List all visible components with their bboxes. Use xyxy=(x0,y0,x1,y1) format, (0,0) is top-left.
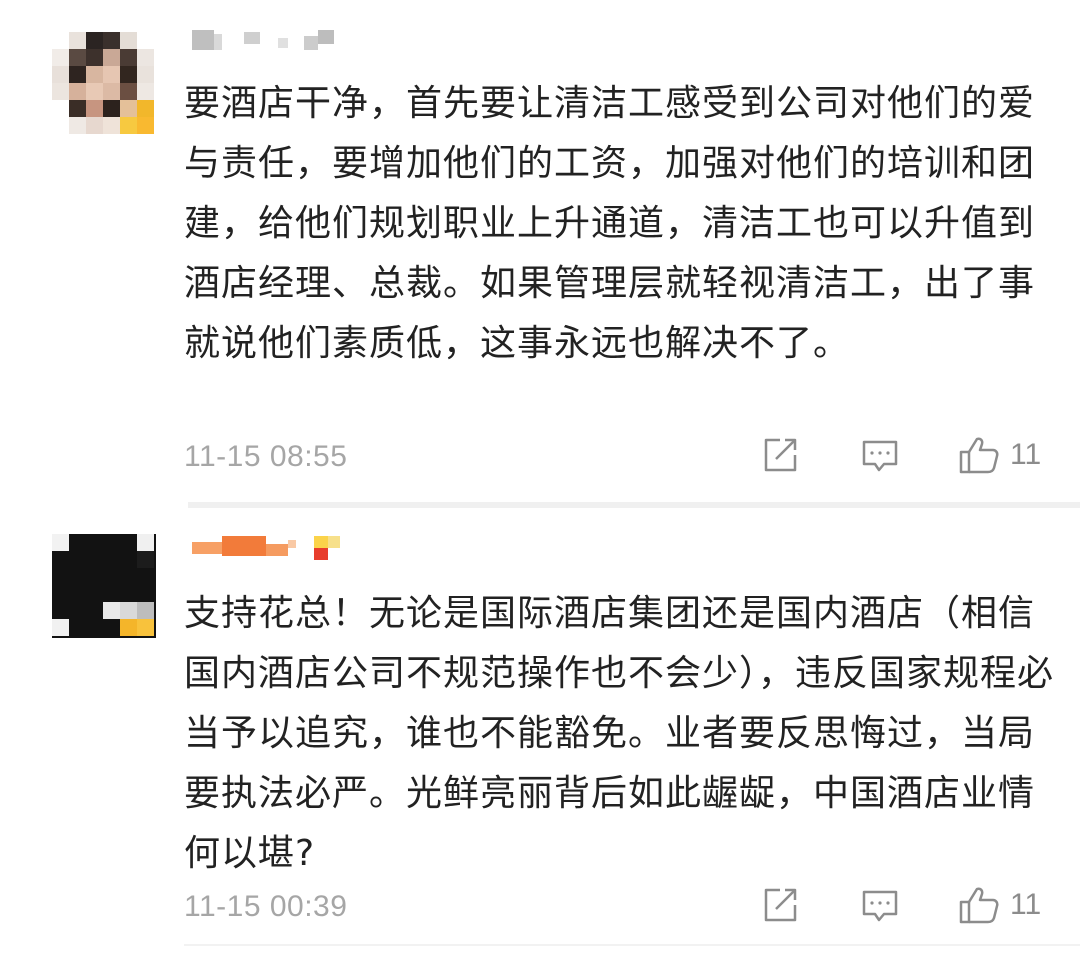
share-button[interactable] xyxy=(760,882,800,928)
avatar[interactable] xyxy=(52,534,156,638)
comment-icon xyxy=(860,885,900,925)
thumbs-up-icon xyxy=(958,435,1000,475)
timestamp: 11-15 00:39 xyxy=(184,890,348,923)
comment-icon xyxy=(860,435,900,475)
like-button[interactable]: 11 xyxy=(958,882,1041,928)
share-icon xyxy=(760,435,800,475)
share-icon xyxy=(760,885,800,925)
avatar[interactable] xyxy=(52,32,156,136)
comment-item: 要酒店干净，首先要让清洁工感受到公司对他们的爱与责任，要增加他们的工资，加强对他… xyxy=(0,0,1080,500)
divider xyxy=(184,944,1080,946)
comment-meta: 11-15 00:39 11 xyxy=(184,882,1054,932)
comment-text: 要酒店干净，首先要让清洁工感受到公司对他们的爱与责任，要增加他们的工资，加强对他… xyxy=(184,83,1036,364)
reply-button[interactable] xyxy=(860,882,900,928)
comment-text: 支持花总！无论是国际酒店集团还是国内酒店（相信国内酒店公司不规范操作也不会少），… xyxy=(184,593,1055,874)
comment-meta: 11-15 08:55 11 xyxy=(184,432,1054,482)
timestamp: 11-15 08:55 xyxy=(184,440,348,473)
share-button[interactable] xyxy=(760,432,800,478)
thumbs-up-icon xyxy=(958,885,1000,925)
like-button[interactable]: 11 xyxy=(958,432,1041,478)
reply-button[interactable] xyxy=(860,432,900,478)
username-redacted[interactable] xyxy=(188,30,368,54)
like-count: 11 xyxy=(1010,438,1042,471)
like-count: 11 xyxy=(1010,888,1042,921)
username-redacted[interactable] xyxy=(188,536,368,560)
comment-item: 支持花总！无论是国际酒店集团还是国内酒店（相信国内酒店公司不规范操作也不会少），… xyxy=(0,508,1080,953)
